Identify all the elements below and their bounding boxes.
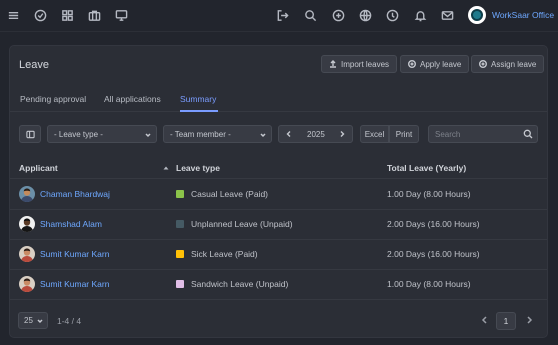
brand[interactable]: WorkSaar Office [468,6,554,24]
column-total-leave[interactable]: Total Leave (Yearly) [387,163,466,173]
grid-icon[interactable] [60,8,74,22]
pagination-range: 1-4 / 4 [57,316,82,326]
tab-summary[interactable]: Summary [180,94,216,104]
monitor-icon[interactable] [114,8,128,22]
avatar [19,276,35,292]
excel-export-button[interactable]: Excel [360,125,389,143]
mail-icon[interactable] [440,8,454,22]
applicant-link[interactable]: Shamshad Alam [40,219,102,229]
avatar [19,216,35,232]
chevron-left-icon [286,131,291,137]
chevron-down-icon [260,131,266,138]
prev-page-button[interactable] [480,315,490,325]
leave-card: Leave Import leaves Apply leave Assign l… [9,45,548,338]
total-leave-cell: 2.00 Days (16.00 Hours) [387,219,480,229]
total-leave-cell: 1.00 Day (8.00 Hours) [387,189,471,199]
page-title: Leave [19,59,49,71]
assign-leave-button[interactable]: Assign leave [471,55,545,73]
applicant-link[interactable]: Sumit Kumar Karn [40,249,109,259]
applicant-link[interactable]: Sumit Kumar Karn [40,279,109,289]
apply-leave-button[interactable]: Apply leave [400,55,470,73]
leave-type-cell: Unplanned Leave (Unpaid) [191,219,293,229]
globe-icon[interactable] [358,8,372,22]
check-circle-icon[interactable] [33,8,47,22]
total-leave-cell: 2.00 Days (16.00 Hours) [387,249,480,259]
table-row: Chaman Bhardwaj Casual Leave (Paid) 1.00… [10,180,547,210]
plus-circle-icon [408,60,416,68]
logout-icon[interactable] [275,8,289,22]
team-member-select[interactable]: - Team member - [163,125,272,143]
briefcase-icon[interactable] [87,8,101,22]
next-year-button[interactable] [338,130,346,138]
leave-type-cell: Sick Leave (Paid) [191,249,258,259]
leave-color-swatch [176,250,184,258]
sort-asc-icon[interactable] [163,164,169,170]
avatar [19,186,35,202]
prev-year-button[interactable] [285,130,293,138]
panel-icon [25,130,35,138]
column-applicant[interactable]: Applicant [19,163,58,173]
table-row: Sumit Kumar Karn Sick Leave (Paid) 2.00 … [10,240,547,270]
leave-color-swatch [176,280,184,288]
leave-type-cell: Casual Leave (Paid) [191,189,269,199]
current-page-button[interactable]: 1 [496,312,516,330]
print-button[interactable]: Print [389,125,419,143]
clock-icon[interactable] [385,8,399,22]
chevron-right-icon [527,316,533,324]
chevron-down-icon [37,319,43,324]
plus-circle-icon [479,60,487,68]
table-row: Sumit Kumar Karn Sandwich Leave (Unpaid)… [10,270,547,300]
toggle-sidebar-button[interactable] [19,125,41,143]
next-page-button[interactable] [524,315,534,325]
table-header: Applicant Leave type Total Leave (Yearly… [10,159,547,179]
leave-type-cell: Sandwich Leave (Unpaid) [191,279,289,289]
tab-bar: Pending approval All applications Summar… [10,86,547,112]
top-navbar: WorkSaar Office [0,0,558,32]
brand-name: WorkSaar Office [492,10,555,20]
brand-logo-icon [468,6,486,24]
search-input[interactable]: Search [428,125,538,143]
avatar [19,246,35,262]
import-leaves-button[interactable]: Import leaves [321,55,398,73]
tab-all-applications[interactable]: All applications [104,94,161,104]
plus-circle-icon[interactable] [331,8,345,22]
leave-color-swatch [176,190,184,198]
total-leave-cell: 1.00 Day (8.00 Hours) [387,279,471,289]
applicant-link[interactable]: Chaman Bhardwaj [40,189,110,199]
leave-type-select[interactable]: - Leave type - [47,125,157,143]
leave-color-swatch [176,220,184,228]
search-icon [523,129,533,139]
year-selector: 2025 [278,125,353,143]
table-row: Shamshad Alam Unplanned Leave (Unpaid) 2… [10,210,547,240]
bell-icon[interactable] [413,8,427,22]
column-leave-type[interactable]: Leave type [176,163,220,173]
year-value: 2025 [307,130,325,139]
page-size-select[interactable]: 25 [18,312,48,329]
chevron-right-icon [340,131,345,137]
tab-pending-approval[interactable]: Pending approval [20,94,86,104]
search-icon[interactable] [303,8,317,22]
upload-icon [330,60,336,68]
active-tab-indicator [180,110,218,112]
chevron-down-icon [145,131,151,138]
chevron-left-icon [481,316,487,324]
menu-icon[interactable] [6,8,20,22]
